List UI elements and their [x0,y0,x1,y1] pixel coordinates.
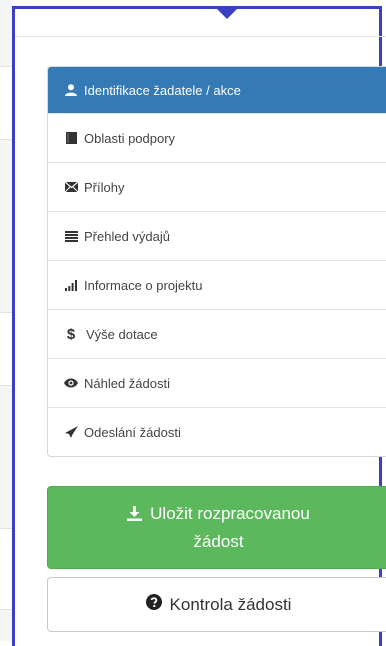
check-application-button[interactable]: Kontrola žádosti [47,577,386,632]
menu-item-label: Přílohy [84,179,125,195]
save-draft-button[interactable]: Uložit rozpracovanou žádost [47,486,386,569]
download-icon [127,503,143,529]
menu-item-vyse-dotace[interactable]: $ Výše dotace [48,309,386,358]
list-icon [64,229,78,243]
menu-item-label: Náhled žádosti [84,375,170,391]
menu-item-prilohy[interactable]: Přílohy [48,162,386,211]
menu-item-informace-o-projektu[interactable]: Informace o projektu [48,260,386,309]
menu-item-label: Výše dotace [86,326,158,342]
user-icon [64,83,78,97]
application-sections-menu: Identifikace žadatele / akce Oblasti pod… [47,66,386,457]
menu-item-odeslani-zadosti[interactable]: Odeslání žádosti [48,407,386,456]
save-label-line2: žádost [193,532,244,551]
check-label: Kontrola žádosti [169,594,292,614]
book-icon [64,131,78,145]
menu-item-prehled-vydaju[interactable]: Přehled výdajů [48,211,386,260]
menu-item-label: Přehled výdajů [84,228,170,244]
menu-item-oblasti-podpory[interactable]: Oblasti podpory [48,113,386,162]
menu-item-label: Identifikace žadatele / akce [84,82,241,98]
signal-icon [64,278,78,292]
menu-item-label: Odeslání žádosti [84,424,181,440]
divider [15,36,386,37]
menu-item-nahled-zadosti[interactable]: Náhled žádosti [48,358,386,407]
menu-item-label: Informace o projektu [84,277,203,293]
eye-icon [64,376,78,390]
menu-item-label: Oblasti podpory [84,130,176,146]
question-circle-icon [145,594,162,615]
menu-item-identifikace[interactable]: Identifikace žadatele / akce [48,67,386,113]
dollar-icon: $ [66,325,76,343]
highlight-pointer [215,7,239,19]
save-label-line1: Uložit rozpracovanou [150,504,310,523]
envelope-icon [64,180,78,194]
send-icon [64,425,78,439]
